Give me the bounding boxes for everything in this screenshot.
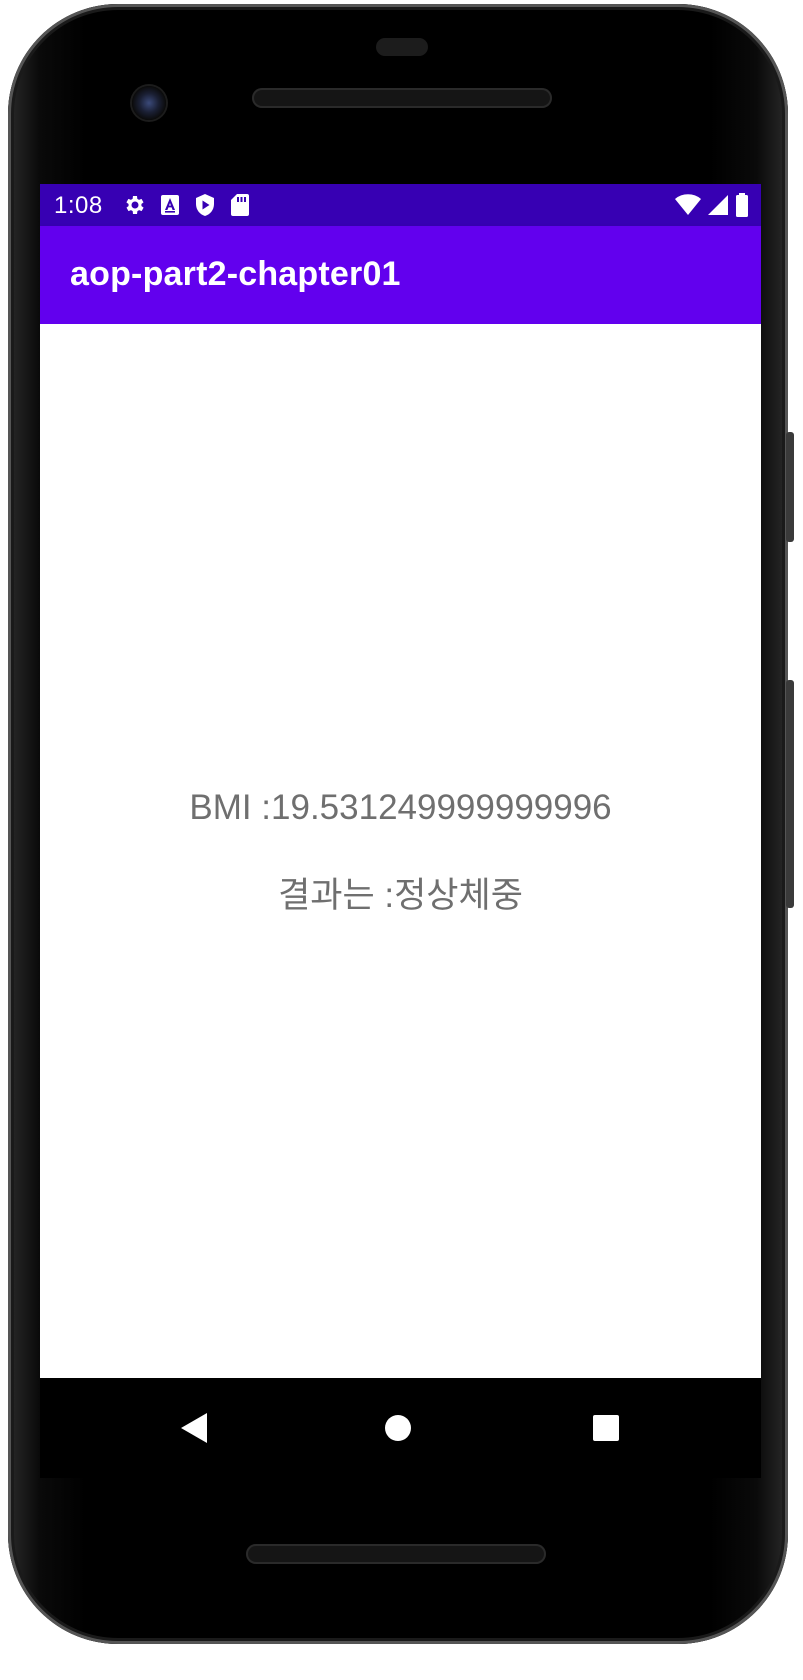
signal-icon	[708, 195, 728, 215]
front-camera	[132, 86, 166, 120]
status-system-icons	[675, 193, 749, 217]
status-time: 1:08	[54, 192, 103, 219]
a-icon	[161, 195, 179, 215]
earpiece	[376, 38, 428, 56]
device-screen: 1:08 aop-part2-chapter01 BMI:19.5312499…	[40, 184, 761, 1378]
app-bar: aop-part2-chapter01	[40, 226, 761, 324]
navigation-bar	[40, 1378, 761, 1478]
battery-icon	[736, 193, 748, 217]
home-button[interactable]	[374, 1404, 422, 1452]
bmi-value-text: BMI :19.531249999999996	[189, 788, 612, 827]
wifi-icon	[675, 194, 701, 215]
shield-play-icon	[196, 194, 214, 216]
back-button[interactable]	[170, 1404, 218, 1452]
status-notification-icons	[122, 193, 250, 217]
top-speaker-grill	[252, 88, 552, 108]
status-bar: 1:08	[40, 184, 761, 226]
bottom-speaker-grill	[246, 1544, 546, 1564]
power-button	[786, 432, 794, 542]
recents-icon	[593, 1415, 619, 1441]
home-icon	[385, 1415, 411, 1441]
settings-icon	[126, 196, 144, 214]
sd-card-icon	[231, 194, 249, 216]
back-icon	[181, 1413, 207, 1443]
bmi-result-text: 결과는 :정상체중	[278, 876, 523, 915]
result-content: BMI :19.531249999999996 결과는 :정상체중	[40, 324, 761, 1378]
app-title: aop-part2-chapter01	[70, 255, 401, 293]
volume-button	[786, 680, 794, 908]
recents-button[interactable]	[582, 1404, 630, 1452]
